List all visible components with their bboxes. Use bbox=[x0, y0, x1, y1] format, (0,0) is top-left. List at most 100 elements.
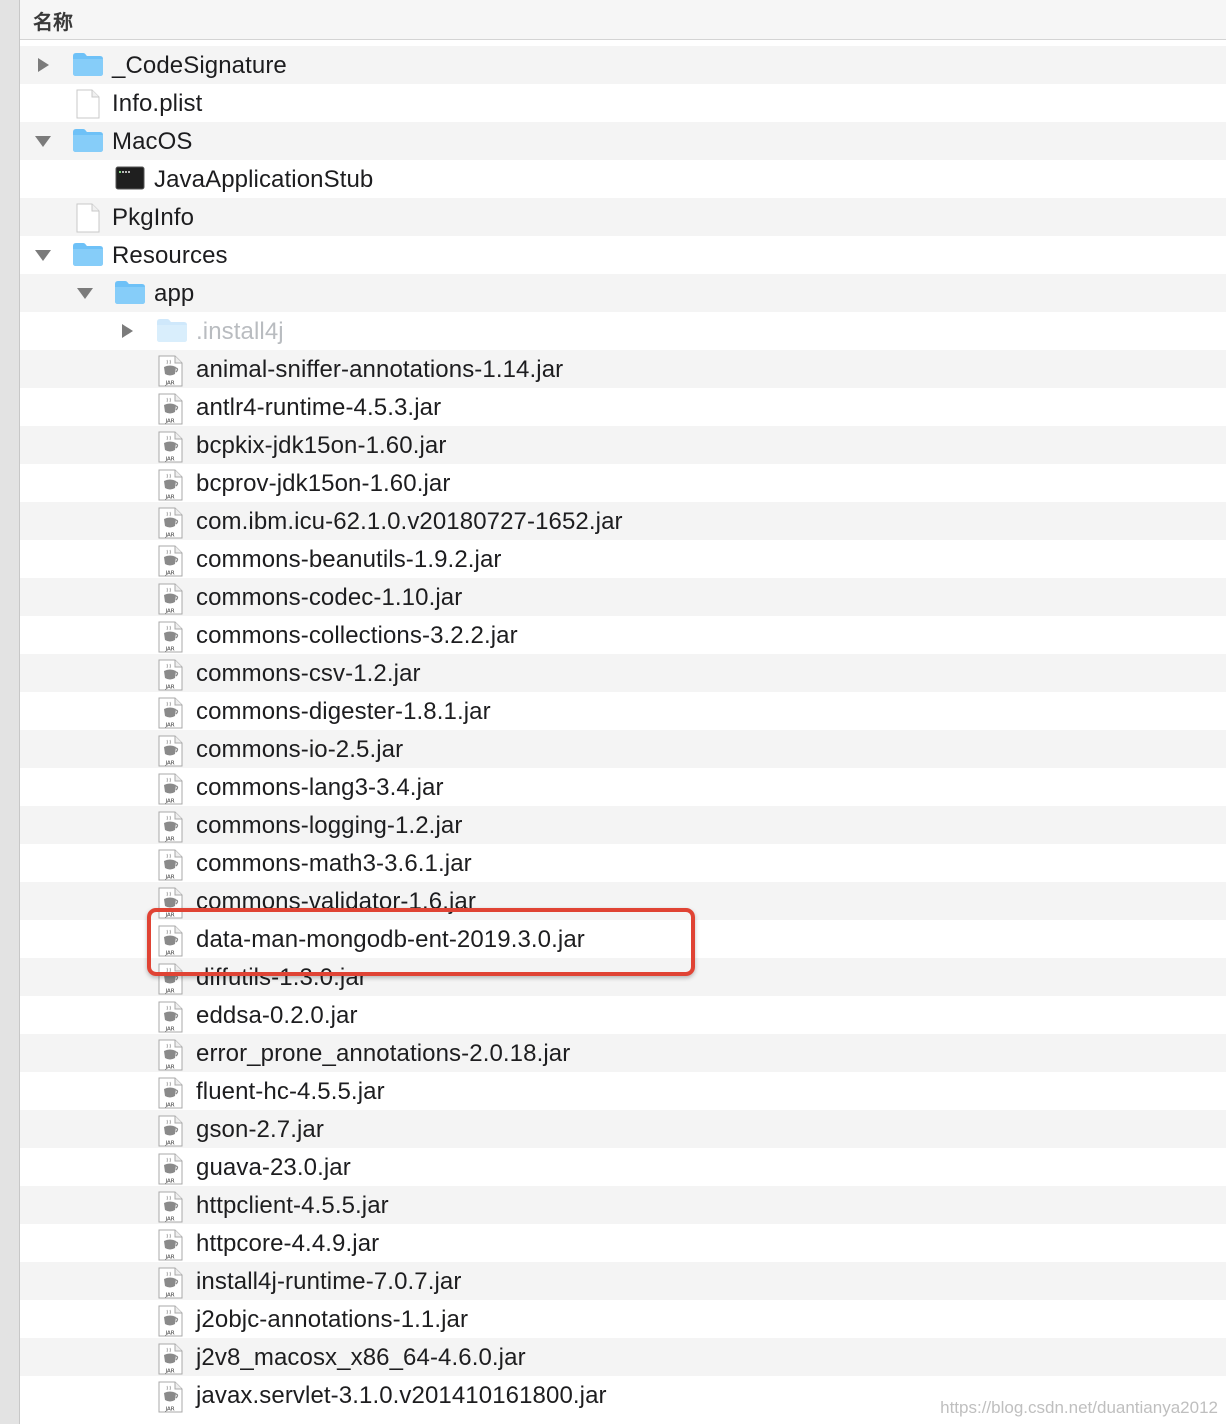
file-name-label: commons-codec-1.10.jar bbox=[196, 584, 463, 611]
jar-icon: JAR bbox=[156, 1115, 188, 1147]
file-row-httpclient-4-5-5-jar[interactable]: JAR httpclient-4.5.5.jar bbox=[20, 1186, 1226, 1224]
svg-text:JAR: JAR bbox=[164, 1179, 174, 1185]
file-name-label: commons-validator-1.6.jar bbox=[196, 888, 476, 915]
svg-text:JAR: JAR bbox=[164, 647, 174, 653]
jar-icon: JAR bbox=[156, 811, 188, 843]
file-row-commons-validator-1-6-jar[interactable]: JAR commons-validator-1.6.jar bbox=[20, 882, 1226, 920]
svg-text:JAR: JAR bbox=[164, 723, 174, 729]
file-row-pkginfo[interactable]: PkgInfo bbox=[20, 198, 1226, 236]
svg-text:JAR: JAR bbox=[164, 571, 174, 577]
watermark-text: https://blog.csdn.net/duantianya2012 bbox=[940, 1398, 1218, 1417]
jar-icon: JAR bbox=[156, 735, 188, 767]
file-row-data-man-mongodb-ent-2019-3-0-jar[interactable]: JAR data-man-mongodb-ent-2019.3.0.jar bbox=[20, 920, 1226, 958]
svg-text:JAR: JAR bbox=[164, 495, 174, 501]
name-column-header[interactable]: 名称 bbox=[20, 0, 1226, 40]
file-row-install4j[interactable]: .install4j bbox=[20, 312, 1226, 350]
file-name-label: httpclient-4.5.5.jar bbox=[196, 1192, 389, 1219]
file-name-label: fluent-hc-4.5.5.jar bbox=[196, 1078, 385, 1105]
jar-icon: JAR bbox=[156, 1001, 188, 1033]
svg-text:JAR: JAR bbox=[164, 533, 174, 539]
disclosure-triangle-right-icon[interactable] bbox=[34, 56, 52, 74]
file-name-label: install4j-runtime-7.0.7.jar bbox=[196, 1268, 462, 1295]
file-row-guava-23-0-jar[interactable]: JAR guava-23.0.jar bbox=[20, 1148, 1226, 1186]
file-row-commons-logging-1-2-jar[interactable]: JAR commons-logging-1.2.jar bbox=[20, 806, 1226, 844]
file-row-commons-io-2-5-jar[interactable]: JAR commons-io-2.5.jar bbox=[20, 730, 1226, 768]
file-name-label: httpcore-4.4.9.jar bbox=[196, 1230, 380, 1257]
file-row-commons-collections-3-2-2-jar[interactable]: JAR commons-collections-3.2.2.jar bbox=[20, 616, 1226, 654]
file-row-j2objc-annotations-1-1-jar[interactable]: JAR j2objc-annotations-1.1.jar bbox=[20, 1300, 1226, 1338]
jar-icon: JAR bbox=[156, 1153, 188, 1185]
svg-text:JAR: JAR bbox=[164, 1407, 174, 1413]
file-row-j2v8-macosx-x86-64-4-6-0-jar[interactable]: JAR j2v8_macosx_x86_64-4.6.0.jar bbox=[20, 1338, 1226, 1376]
jar-icon: JAR bbox=[156, 507, 188, 539]
file-row-app[interactable]: app bbox=[20, 274, 1226, 312]
svg-text:JAR: JAR bbox=[164, 837, 174, 843]
jar-icon: JAR bbox=[156, 1229, 188, 1261]
file-row-diffutils-1-3-0-jar[interactable]: JAR diffutils-1.3.0.jar bbox=[20, 958, 1226, 996]
file-row-commons-math3-3-6-1-jar[interactable]: JAR commons-math3-3.6.1.jar bbox=[20, 844, 1226, 882]
file-name-label: eddsa-0.2.0.jar bbox=[196, 1002, 358, 1029]
file-row-error-prone-annotations-2-0-18-jar[interactable]: JAR error_prone_annotations-2.0.18.jar bbox=[20, 1034, 1226, 1072]
jar-icon: JAR bbox=[156, 355, 188, 387]
file-row-fluent-hc-4-5-5-jar[interactable]: JAR fluent-hc-4.5.5.jar bbox=[20, 1072, 1226, 1110]
file-row-javaapplicationstub[interactable]: JavaApplicationStub bbox=[20, 160, 1226, 198]
svg-text:JAR: JAR bbox=[164, 875, 174, 881]
file-name-label: commons-beanutils-1.9.2.jar bbox=[196, 546, 502, 573]
svg-text:JAR: JAR bbox=[164, 913, 174, 919]
jar-icon: JAR bbox=[156, 773, 188, 805]
folder-icon bbox=[72, 127, 104, 155]
file-row-commons-codec-1-10-jar[interactable]: JAR commons-codec-1.10.jar bbox=[20, 578, 1226, 616]
svg-text:JAR: JAR bbox=[164, 1217, 174, 1223]
disclosure-triangle-down-icon[interactable] bbox=[76, 284, 94, 302]
file-name-label: guava-23.0.jar bbox=[196, 1154, 351, 1181]
file-name-label: gson-2.7.jar bbox=[196, 1116, 324, 1143]
file-name-label: PkgInfo bbox=[112, 204, 195, 231]
file-row-com-ibm-icu-62-1-0-v20180727-1652-jar[interactable]: JAR com.ibm.icu-62.1.0.v20180727-1652.ja… bbox=[20, 502, 1226, 540]
file-row-animal-sniffer-annotations-1-14-jar[interactable]: JAR animal-sniffer-annotations-1.14.jar bbox=[20, 350, 1226, 388]
file-name-label: javax.servlet-3.1.0.v201410161800.jar bbox=[196, 1382, 607, 1409]
svg-text:JAR: JAR bbox=[164, 1255, 174, 1261]
file-name-label: .install4j bbox=[196, 318, 284, 345]
file-name-label: app bbox=[154, 280, 195, 307]
file-row-commons-beanutils-1-9-2-jar[interactable]: JAR commons-beanutils-1.9.2.jar bbox=[20, 540, 1226, 578]
file-name-label: commons-logging-1.2.jar bbox=[196, 812, 463, 839]
file-name-label: com.ibm.icu-62.1.0.v20180727-1652.jar bbox=[196, 508, 623, 535]
file-row-httpcore-4-4-9-jar[interactable]: JAR httpcore-4.4.9.jar bbox=[20, 1224, 1226, 1262]
file-row-commons-lang3-3-4-jar[interactable]: JAR commons-lang3-3.4.jar bbox=[20, 768, 1226, 806]
file-row-install4j-runtime-7-0-7-jar[interactable]: JAR install4j-runtime-7.0.7.jar bbox=[20, 1262, 1226, 1300]
file-row-gson-2-7-jar[interactable]: JAR gson-2.7.jar bbox=[20, 1110, 1226, 1148]
jar-icon: JAR bbox=[156, 1305, 188, 1337]
file-row-resources[interactable]: Resources bbox=[20, 236, 1226, 274]
file-row-commons-csv-1-2-jar[interactable]: JAR commons-csv-1.2.jar bbox=[20, 654, 1226, 692]
jar-icon: JAR bbox=[156, 393, 188, 425]
svg-text:JAR: JAR bbox=[164, 1331, 174, 1337]
file-name-label: antlr4-runtime-4.5.3.jar bbox=[196, 394, 442, 421]
jar-icon: JAR bbox=[156, 963, 188, 995]
jar-icon: JAR bbox=[156, 1039, 188, 1071]
file-name-label: diffutils-1.3.0.jar bbox=[196, 964, 367, 991]
sidebar-edge bbox=[0, 0, 20, 1424]
jar-icon: JAR bbox=[156, 1381, 188, 1413]
file-row-codesignature[interactable]: _CodeSignature bbox=[20, 46, 1226, 84]
file-row-info-plist[interactable]: Info.plist bbox=[20, 84, 1226, 122]
disclosure-triangle-down-icon[interactable] bbox=[34, 132, 52, 150]
jar-icon: JAR bbox=[156, 925, 188, 957]
file-row-eddsa-0-2-0-jar[interactable]: JAR eddsa-0.2.0.jar bbox=[20, 996, 1226, 1034]
file-row-macos[interactable]: MacOS bbox=[20, 122, 1226, 160]
svg-text:JAR: JAR bbox=[164, 609, 174, 615]
file-row-bcprov-jdk15on-1-60-jar[interactable]: JAR bcprov-jdk15on-1.60.jar bbox=[20, 464, 1226, 502]
jar-icon: JAR bbox=[156, 431, 188, 463]
jar-icon: JAR bbox=[156, 887, 188, 919]
file-row-antlr4-runtime-4-5-3-jar[interactable]: JAR antlr4-runtime-4.5.3.jar bbox=[20, 388, 1226, 426]
jar-icon: JAR bbox=[156, 1267, 188, 1299]
column-header-label: 名称 bbox=[33, 10, 73, 34]
terminal-executable-icon bbox=[114, 165, 146, 193]
file-row-bcpkix-jdk15on-1-60-jar[interactable]: JAR bcpkix-jdk15on-1.60.jar bbox=[20, 426, 1226, 464]
file-name-label: Resources bbox=[112, 242, 228, 269]
folder-icon bbox=[156, 317, 188, 345]
file-name-label: commons-io-2.5.jar bbox=[196, 736, 404, 763]
disclosure-triangle-down-icon[interactable] bbox=[34, 246, 52, 264]
disclosure-triangle-right-icon[interactable] bbox=[118, 322, 136, 340]
file-row-commons-digester-1-8-1-jar[interactable]: JAR commons-digester-1.8.1.jar bbox=[20, 692, 1226, 730]
svg-text:JAR: JAR bbox=[164, 419, 174, 425]
